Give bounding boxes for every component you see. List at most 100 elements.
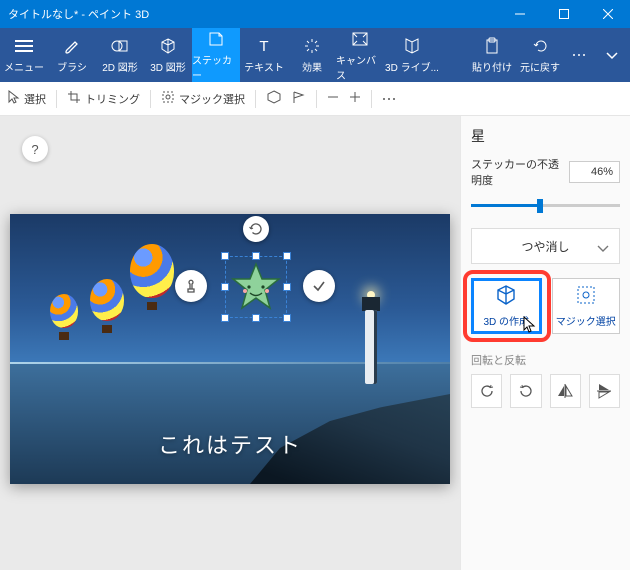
shape-3d-icon — [157, 36, 179, 56]
ribbon-canvas[interactable]: キャンバス — [336, 28, 384, 82]
toolbar-label: マジック選択 — [179, 91, 245, 107]
flag-icon — [292, 90, 306, 107]
rotate-ccw-icon — [478, 382, 496, 400]
arrow-cursor-icon — [8, 90, 20, 107]
opacity-value: 46% — [591, 166, 613, 178]
card-label: 3D の作成 — [483, 313, 529, 328]
slider-thumb[interactable] — [537, 199, 543, 213]
separator — [150, 90, 151, 108]
ribbon-collapse[interactable] — [594, 45, 630, 65]
help-button[interactable]: ? — [22, 136, 48, 162]
tool-magic-select[interactable]: マジック選択 — [161, 90, 245, 107]
shape-2d-icon — [109, 36, 131, 56]
panel-heading: 星 — [471, 126, 620, 146]
ribbon-label: 効果 — [302, 59, 322, 74]
ribbon-menu[interactable]: メニュー — [0, 28, 48, 82]
ribbon-label: 貼り付け — [472, 59, 512, 74]
ribbon-label: メニュー — [4, 59, 44, 74]
more-icon — [568, 45, 590, 65]
ribbon-2d-shape[interactable]: 2D 図形 — [96, 28, 144, 82]
tool-more[interactable] — [382, 93, 396, 105]
ribbon-label: 3D 図形 — [150, 59, 186, 74]
magic-select-icon — [575, 284, 597, 309]
ribbon-text[interactable]: T テキスト — [240, 28, 288, 82]
tool-3d-view[interactable] — [266, 90, 282, 107]
minus-icon — [327, 91, 339, 106]
resize-handle[interactable] — [283, 314, 291, 322]
star-sticker[interactable] — [230, 261, 282, 313]
resize-handle[interactable] — [221, 314, 229, 322]
resize-handle[interactable] — [283, 252, 291, 260]
commit-button[interactable] — [303, 270, 335, 302]
ribbon-label: テキスト — [244, 59, 284, 74]
maximize-button[interactable] — [542, 0, 586, 28]
rotate-handle[interactable] — [243, 216, 269, 242]
close-button[interactable] — [586, 0, 630, 28]
cube-view-icon — [266, 90, 282, 107]
sticker-icon — [205, 29, 227, 49]
magic-select-button[interactable]: マジック選択 — [552, 278, 621, 334]
opacity-value-box[interactable]: 46% — [569, 161, 620, 183]
titlebar: タイトルなし* - ペイント 3D — [0, 0, 630, 28]
balloon — [50, 294, 78, 340]
resize-handle[interactable] — [252, 314, 260, 322]
material-dropdown[interactable]: つや消し — [471, 228, 620, 264]
ribbon: メニュー ブラシ 2D 図形 3D 図形 ステッカー T テキスト 効果 キャン… — [0, 28, 630, 82]
flip-horizontal-button[interactable] — [550, 374, 581, 408]
text-icon: T — [253, 36, 275, 56]
flip-h-icon — [556, 382, 574, 400]
ribbon-brush[interactable]: ブラシ — [48, 28, 96, 82]
chevron-down-icon — [597, 242, 609, 256]
stamp-icon — [182, 277, 200, 295]
effects-icon — [301, 36, 323, 56]
rotate-cw-icon — [517, 382, 535, 400]
card-label: マジック選択 — [556, 313, 616, 328]
canvas-icon — [349, 29, 371, 49]
separator — [316, 90, 317, 108]
minimize-button[interactable] — [498, 0, 542, 28]
resize-handle[interactable] — [252, 252, 260, 260]
sticker-selection[interactable] — [213, 244, 299, 330]
ribbon-paste[interactable]: 貼り付け — [468, 36, 516, 74]
ribbon-effects[interactable]: 効果 — [288, 28, 336, 82]
tool-select[interactable]: 選択 — [8, 90, 46, 107]
rotate-flip-label: 回転と反転 — [471, 352, 620, 368]
rotate-ccw-button[interactable] — [471, 374, 502, 408]
window-title: タイトルなし* - ペイント 3D — [0, 6, 498, 22]
ribbon-3d-library[interactable]: 3D ライブ... — [384, 28, 440, 82]
separator — [371, 90, 372, 108]
ribbon-label: 2D 図形 — [102, 59, 138, 74]
ribbon-label: キャンバス — [336, 52, 384, 82]
ribbon-3d-shape[interactable]: 3D 図形 — [144, 28, 192, 82]
crop-icon — [67, 90, 81, 107]
make-3d-button[interactable]: 3D の作成 — [471, 278, 542, 334]
resize-handle[interactable] — [221, 252, 229, 260]
toolbar-label: トリミング — [85, 91, 140, 107]
separator — [255, 90, 256, 108]
ribbon-undo[interactable]: 元に戻す — [516, 36, 564, 74]
rotate-cw-button[interactable] — [510, 374, 541, 408]
svg-text:T: T — [259, 38, 268, 55]
tool-zoom-in[interactable] — [349, 91, 361, 106]
ribbon-sticker[interactable]: ステッカー — [192, 28, 240, 82]
sub-toolbar: 選択 トリミング マジック選択 — [0, 82, 630, 116]
flip-vertical-button[interactable] — [589, 374, 620, 408]
balloon — [90, 279, 124, 333]
dropdown-label: つや消し — [521, 238, 569, 255]
ribbon-label: ステッカー — [192, 52, 240, 82]
chevron-down-icon — [601, 45, 623, 65]
undo-icon — [529, 36, 551, 56]
tool-zoom-out[interactable] — [327, 91, 339, 106]
tool-crop[interactable]: トリミング — [67, 90, 140, 107]
canvas-viewport[interactable]: ? これはテスト — [0, 116, 460, 570]
resize-handle[interactable] — [283, 283, 291, 291]
toolbar-label: 選択 — [24, 91, 46, 107]
ribbon-label: 3D ライブ... — [385, 59, 439, 74]
tool-play[interactable] — [292, 90, 306, 107]
ribbon-more[interactable] — [564, 45, 594, 65]
stamp-button[interactable] — [175, 270, 207, 302]
resize-handle[interactable] — [221, 283, 229, 291]
opacity-slider[interactable] — [471, 196, 620, 214]
flip-v-icon — [595, 382, 613, 400]
ribbon-label: 元に戻す — [520, 59, 560, 74]
